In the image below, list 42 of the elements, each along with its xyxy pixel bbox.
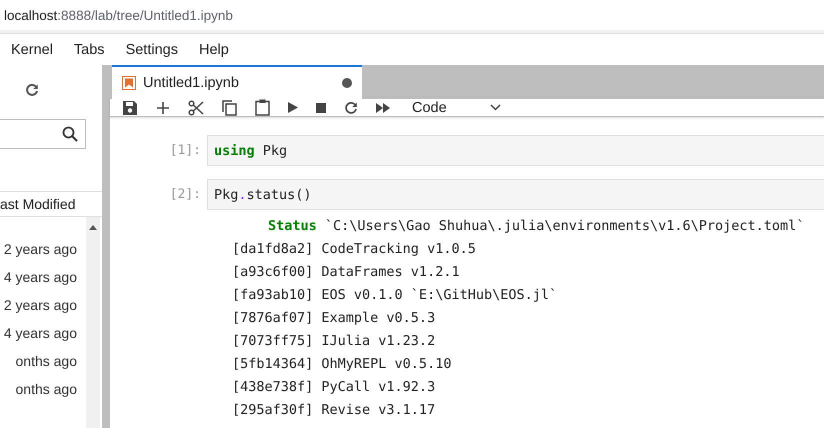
chevron-down-icon: [490, 104, 501, 111]
output-line: Status `C:\Users\Gao Shuhua\.julia\environments\v1.6\Project.toml`: [267, 217, 806, 236]
notebook-tab[interactable]: Untitled1.ipynb: [112, 65, 362, 99]
stop-icon[interactable]: [316, 102, 326, 112]
fast-forward-icon[interactable]: [376, 102, 390, 112]
menu-item[interactable]: Help: [198, 42, 229, 58]
output-line: [da1fd8a2] CodeTracking v1.0.5: [232, 240, 477, 259]
modified-time: 2 years ago: [2, 240, 78, 259]
modified-time: 4 years ago: [2, 324, 78, 343]
modified-time: onths ago: [14, 380, 78, 399]
output-line: [7073ff75] IJulia v1.23.2: [232, 332, 436, 351]
clipboard-icon[interactable]: [255, 99, 270, 116]
modified-time: onths ago: [14, 352, 78, 371]
cell-type-dropdown[interactable]: Code: [412, 100, 501, 116]
output-line: [5fb14364] OhMyREPL v0.5.10: [232, 355, 452, 374]
output-line: [295af30f] Revise v3.1.17: [232, 401, 436, 420]
cell-prompt: [2]:: [168, 187, 202, 202]
play-icon[interactable]: [288, 102, 298, 113]
scissors-icon[interactable]: [188, 100, 204, 116]
modified-time: 4 years ago: [2, 268, 78, 287]
output-line: [a93c6f00] DataFrames v1.2.1: [232, 263, 461, 282]
refresh-icon[interactable]: [25, 83, 39, 97]
add-icon[interactable]: [156, 100, 170, 114]
search-field[interactable]: [0, 119, 86, 149]
restart-icon[interactable]: [344, 100, 358, 114]
output-line: [438e738f] PyCall v1.92.3: [232, 378, 436, 397]
notebook-icon: [122, 76, 136, 90]
cell-prompt: [1]:: [168, 143, 202, 158]
code-cell-input[interactable]: Pkg.status(): [207, 179, 824, 210]
output-line: [7876af07] Example v0.5.3: [232, 309, 436, 328]
scrollbar[interactable]: [86, 217, 100, 428]
menu-item[interactable]: Kernel: [11, 42, 53, 58]
search-icon: [62, 126, 78, 142]
save-icon[interactable]: [122, 100, 138, 116]
copy-icon[interactable]: [222, 100, 237, 116]
modified-time: 2 years ago: [2, 296, 78, 315]
code-cell-input[interactable]: using Pkg: [207, 135, 824, 166]
menu-item[interactable]: Tabs: [74, 42, 105, 58]
output-line: [fa93ab10] EOS v0.1.0 `E:\GitHub\EOS.jl`: [232, 286, 558, 305]
scroll-up-icon[interactable]: [89, 225, 97, 230]
menu-item[interactable]: Settings: [126, 42, 178, 58]
address-bar[interactable]: localhost:8888/lab/tree/Untitled1.ipynb: [0, 0, 824, 30]
